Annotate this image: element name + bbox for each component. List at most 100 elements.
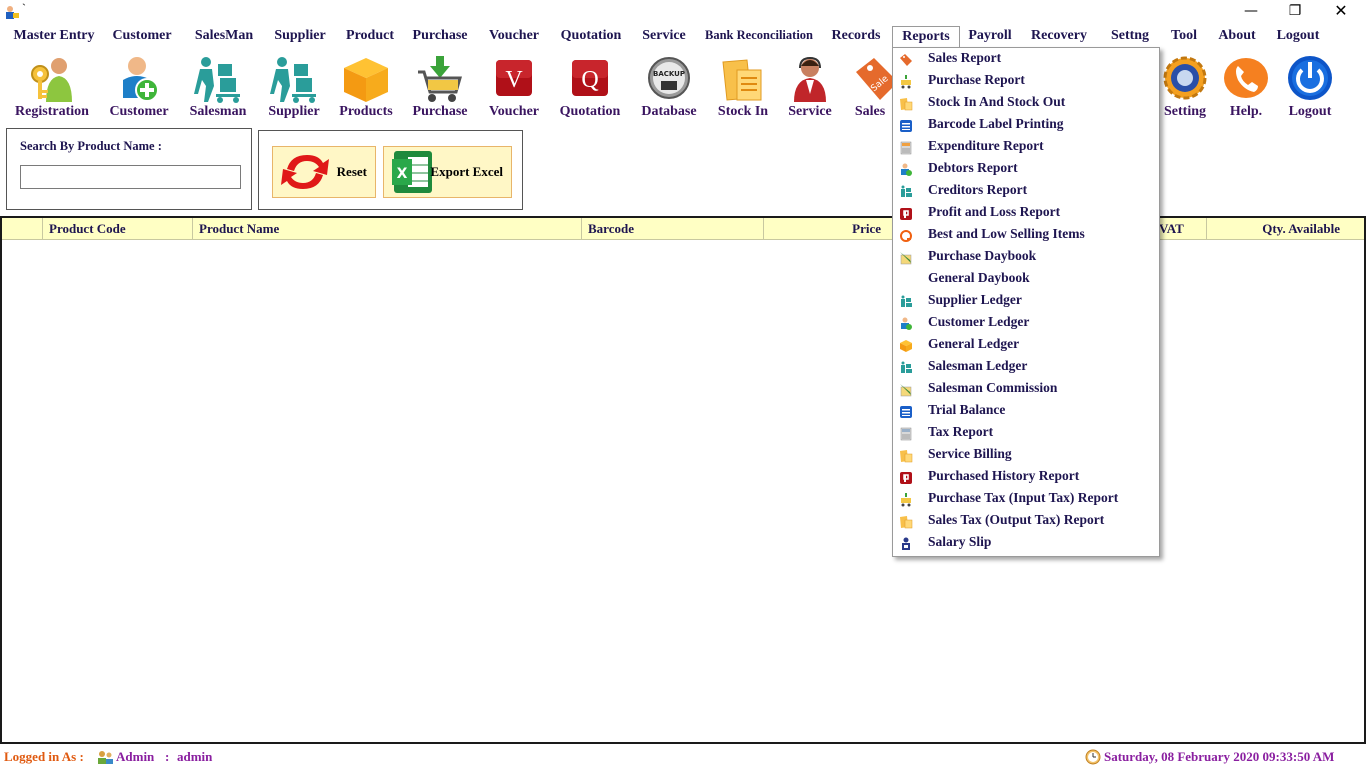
folder-icon	[900, 516, 913, 529]
logout-label: Logout	[1288, 104, 1332, 119]
menu-product[interactable]: Product	[340, 26, 400, 48]
close-button[interactable]: ✕	[1318, 0, 1364, 24]
toolbar: Registration Customer Salesman Supplier …	[0, 50, 1366, 122]
menu-item-barcode-label-printing[interactable]: Barcode Label Printing	[893, 115, 1159, 137]
menu-item-label: Trial Balance	[928, 402, 1006, 417]
logout-button[interactable]: Logout	[1270, 50, 1350, 122]
registration-button[interactable]: Registration	[12, 50, 92, 122]
col-product-name[interactable]: Product Name	[192, 218, 581, 240]
search-label: Search By Product Name :	[20, 139, 162, 153]
p-icon	[900, 208, 912, 220]
menu-item-purchase-daybook[interactable]: Purchase Daybook	[893, 247, 1159, 269]
menu-recovery[interactable]: Recovery	[1024, 26, 1094, 48]
purchase-button[interactable]: Purchase	[400, 50, 480, 122]
export-excel-label: Export Excel	[430, 164, 503, 179]
backup-disk-icon: BACKUP	[648, 57, 690, 99]
menu-reports[interactable]: Reports	[892, 26, 960, 49]
menu-item-customer-ledger[interactable]: Customer Ledger	[893, 313, 1159, 335]
menu-records[interactable]: Records	[826, 26, 886, 48]
products-button[interactable]: Products	[326, 50, 406, 122]
box-icon	[344, 58, 388, 102]
menu-item-general-ledger[interactable]: General Ledger	[893, 335, 1159, 357]
product-grid[interactable]: Product Code Product Name Barcode Price …	[0, 216, 1366, 744]
p-icon	[900, 472, 912, 484]
menu-settng[interactable]: Settng	[1104, 26, 1156, 48]
col-qty-available[interactable]: Qty. Available	[1206, 218, 1346, 240]
menu-purchase[interactable]: Purchase	[406, 26, 474, 48]
calculator-icon	[900, 427, 912, 441]
menu-item-sales-tax-report[interactable]: Sales Tax (Output Tax) Report	[893, 511, 1159, 533]
menu-item-purchase-tax-report[interactable]: Purchase Tax (Input Tax) Report	[893, 489, 1159, 511]
salesman-button[interactable]: Salesman	[178, 50, 258, 122]
product-name-search-input[interactable]	[20, 165, 241, 189]
salesman-trolley-icon	[194, 57, 240, 103]
menu-about[interactable]: About	[1212, 26, 1262, 48]
supplier-icon	[901, 185, 912, 197]
pen-icon	[900, 384, 912, 397]
supplier-trolley-icon	[270, 57, 316, 103]
customer-add-icon	[123, 57, 159, 102]
stock-in-icon	[722, 59, 762, 101]
phone-icon	[1224, 58, 1268, 98]
user-name: Admin	[116, 749, 155, 764]
quotation-button[interactable]: Q Quotation	[550, 50, 630, 122]
menu-item-label: General Ledger	[928, 336, 1020, 351]
supplier-icon	[901, 361, 912, 373]
menu-quotation[interactable]: Quotation	[554, 26, 628, 48]
menu-tool[interactable]: Tool	[1164, 26, 1204, 48]
menu-service[interactable]: Service	[636, 26, 692, 48]
menu-item-best-and-low-selling-items[interactable]: Best and Low Selling Items	[893, 225, 1159, 247]
list-icon	[900, 120, 912, 132]
col-price[interactable]: Price	[763, 218, 887, 240]
menu-item-stock-in-and-stock-out[interactable]: Stock In And Stock Out	[893, 93, 1159, 115]
cart-icon	[901, 75, 911, 89]
database-button[interactable]: BACKUP Database	[629, 50, 709, 122]
maximize-button[interactable]: ❐	[1272, 0, 1318, 24]
quotation-icon: Q	[572, 60, 608, 96]
menu-voucher[interactable]: Voucher	[482, 26, 546, 48]
menu-item-debtors-report[interactable]: Debtors Report	[893, 159, 1159, 181]
menu-item-salary-slip[interactable]: Salary Slip	[893, 533, 1159, 555]
excel-glyph: X	[397, 166, 408, 182]
minimize-button[interactable]: —	[1228, 0, 1274, 24]
col-barcode[interactable]: Barcode	[581, 218, 763, 240]
voucher-button[interactable]: V Voucher	[474, 50, 554, 122]
menu-master-entry[interactable]: Master Entry	[8, 26, 100, 48]
menu-item-general-daybook[interactable]: General Daybook	[893, 269, 1159, 291]
menu-customer[interactable]: Customer	[106, 26, 178, 48]
menu-item-profit-and-loss-report[interactable]: Profit and Loss Report	[893, 203, 1159, 225]
menu-item-creditors-report[interactable]: Creditors Report	[893, 181, 1159, 203]
reset-button[interactable]: Reset	[272, 146, 376, 198]
menu-item-label: Expenditure Report	[928, 138, 1044, 153]
menu-payroll[interactable]: Payroll	[962, 26, 1018, 48]
menu-item-salesman-ledger[interactable]: Salesman Ledger	[893, 357, 1159, 379]
menu-logout[interactable]: Logout	[1270, 26, 1326, 48]
export-excel-button[interactable]: X Export Excel	[383, 146, 512, 198]
menu-item-service-billing[interactable]: Service Billing	[893, 445, 1159, 467]
col-vat[interactable]: VAT	[1152, 218, 1206, 240]
menu-item-trial-balance[interactable]: Trial Balance	[893, 401, 1159, 423]
menu-item-expenditure-report[interactable]: Expenditure Report	[893, 137, 1159, 159]
menu-item-label: Profit and Loss Report	[928, 204, 1061, 219]
salary-icon	[902, 537, 910, 550]
menu-item-sales-report[interactable]: Sales Report	[893, 49, 1159, 71]
menu-bank-reconciliation[interactable]: Bank Reconciliation	[700, 25, 818, 47]
purchase-label: Purchase	[412, 104, 468, 119]
menu-supplier[interactable]: Supplier	[268, 26, 332, 48]
menu-item-supplier-ledger[interactable]: Supplier Ledger	[893, 291, 1159, 313]
menu-item-tax-report[interactable]: Tax Report	[893, 423, 1159, 445]
calculator-icon	[900, 141, 912, 155]
refresh-icon	[281, 155, 329, 189]
customer-button[interactable]: Customer	[99, 50, 179, 122]
backup-text: BACKUP	[653, 70, 685, 78]
menu-item-purchase-report[interactable]: Purchase Report	[893, 71, 1159, 93]
menu-item-label: Purchase Daybook	[928, 248, 1037, 263]
menu-salesman[interactable]: SalesMan	[188, 26, 260, 48]
power-icon	[1288, 56, 1332, 100]
cart-icon	[901, 493, 911, 507]
supplier-button[interactable]: Supplier	[254, 50, 334, 122]
customer-icon	[901, 317, 912, 330]
menu-item-salesman-commission[interactable]: Salesman Commission	[893, 379, 1159, 401]
menu-item-purchased-history-report[interactable]: Purchased History Report	[893, 467, 1159, 489]
col-product-code[interactable]: Product Code	[42, 218, 192, 240]
